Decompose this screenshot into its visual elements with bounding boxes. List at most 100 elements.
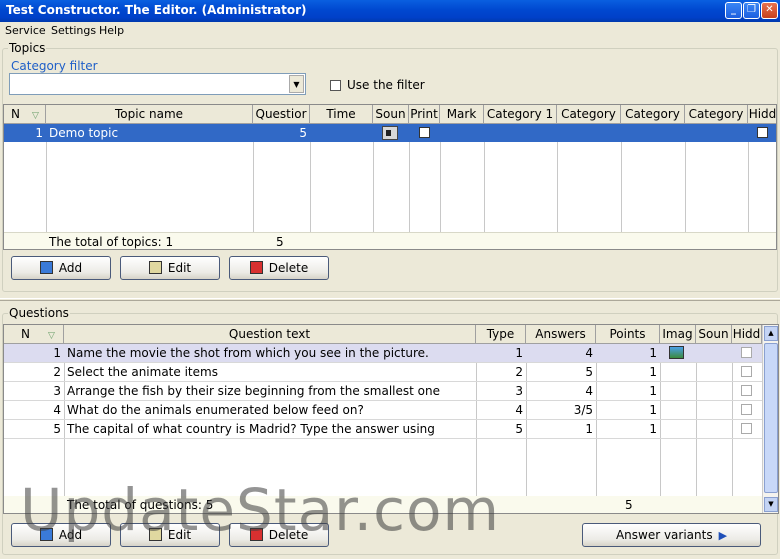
topic-row-name[interactable]: Demo topic bbox=[46, 124, 253, 142]
topics-header-time[interactable]: Time bbox=[310, 105, 373, 124]
answer-variants-button[interactable]: Answer variants ▶ bbox=[582, 523, 761, 547]
topic-add-button[interactable]: Add bbox=[11, 256, 111, 280]
topic-row-number: 1 bbox=[35, 126, 43, 140]
button-label: Add bbox=[58, 261, 83, 275]
questions-total-points: 5 bbox=[625, 498, 633, 512]
question-text[interactable]: Arrange the fish by their size beginning… bbox=[64, 382, 476, 400]
scroll-down-arrow-icon[interactable]: ▼ bbox=[764, 497, 778, 512]
image-icon[interactable] bbox=[669, 346, 684, 359]
question-answers: 5 bbox=[585, 365, 593, 379]
question-type: 5 bbox=[515, 422, 523, 436]
menu-help[interactable]: Help bbox=[99, 24, 124, 37]
questions-header-answers[interactable]: Answers bbox=[526, 325, 596, 344]
chevron-down-icon[interactable]: ▼ bbox=[289, 75, 304, 93]
topics-header-category1[interactable]: Category 1 bbox=[484, 105, 557, 124]
topics-header-print[interactable]: Print bbox=[409, 105, 440, 124]
question-type: 1 bbox=[515, 346, 523, 360]
topic-print-checkbox[interactable] bbox=[419, 127, 430, 138]
question-number: 3 bbox=[53, 384, 61, 398]
button-label: Answer variants bbox=[615, 528, 713, 542]
topic-hidden-checkbox[interactable] bbox=[757, 127, 768, 138]
topics-footer: The total of topics: 1 5 bbox=[4, 232, 776, 249]
questions-header-type[interactable]: Type bbox=[476, 325, 526, 344]
topics-header-questions[interactable]: Questior bbox=[253, 105, 310, 124]
arrow-right-icon: ▶ bbox=[718, 529, 728, 542]
topics-grid: N ▽ Topic name Questior Time Soun Print M… bbox=[3, 104, 777, 250]
question-row[interactable]: 5 The capital of what country is Madrid?… bbox=[4, 420, 762, 438]
question-text[interactable]: Name the movie the shot from which you s… bbox=[64, 344, 476, 362]
topics-header-name[interactable]: Topic name bbox=[46, 105, 253, 124]
question-row[interactable]: 2 Select the animate items 2 5 1 bbox=[4, 363, 762, 381]
topics-header-category4[interactable]: Category bbox=[685, 105, 748, 124]
question-answers: 3/5 bbox=[573, 403, 593, 417]
question-number: 1 bbox=[53, 346, 61, 360]
header-label: N bbox=[11, 107, 20, 121]
questions-header-n[interactable]: N ▽ bbox=[4, 325, 64, 344]
use-filter-checkbox[interactable] bbox=[330, 80, 341, 91]
question-points: 1 bbox=[649, 365, 657, 379]
question-text[interactable]: What do the animals enumerated below fee… bbox=[64, 401, 476, 419]
question-text[interactable]: The capital of what country is Madrid? T… bbox=[64, 420, 476, 438]
header-label: N bbox=[21, 327, 30, 341]
topics-header-sound[interactable]: Soun bbox=[373, 105, 409, 124]
menu-bar: Service Settings Help bbox=[0, 22, 780, 40]
questions-header-image[interactable]: Imag bbox=[660, 325, 696, 344]
maximize-button[interactable]: ❐ bbox=[743, 2, 760, 19]
scroll-up-arrow-icon[interactable]: ▲ bbox=[764, 326, 778, 341]
scroll-thumb[interactable] bbox=[764, 343, 778, 493]
topics-header-hidden[interactable]: Hidd bbox=[748, 105, 776, 124]
topic-edit-button[interactable]: Edit bbox=[120, 256, 220, 280]
sort-icon: ▽ bbox=[47, 331, 55, 341]
question-type: 2 bbox=[515, 365, 523, 379]
question-hidden-checkbox[interactable] bbox=[741, 423, 752, 434]
question-points: 1 bbox=[649, 403, 657, 417]
minimize-button[interactable]: _ bbox=[725, 2, 742, 19]
topic-delete-button[interactable]: Delete bbox=[229, 256, 329, 280]
add-icon bbox=[39, 261, 53, 274]
topic-row-time bbox=[310, 124, 373, 142]
topics-header-category2[interactable]: Category bbox=[557, 105, 621, 124]
question-number: 4 bbox=[53, 403, 61, 417]
delete-icon bbox=[249, 261, 263, 274]
button-label: Edit bbox=[167, 261, 192, 275]
menu-settings[interactable]: Settings bbox=[51, 24, 96, 37]
question-number: 2 bbox=[53, 365, 61, 379]
questions-group-label: Questions bbox=[8, 306, 70, 320]
question-text[interactable]: Select the animate items bbox=[64, 363, 476, 381]
question-answers: 4 bbox=[585, 346, 593, 360]
splitter[interactable] bbox=[0, 298, 780, 301]
topics-group-label: Topics bbox=[8, 41, 47, 55]
questions-header-sound[interactable]: Soun bbox=[696, 325, 732, 344]
topics-header-category3[interactable]: Category bbox=[621, 105, 685, 124]
topics-row[interactable]: 1 Demo topic 5 bbox=[4, 124, 776, 142]
question-row[interactable]: 1 Name the movie the shot from which you… bbox=[4, 344, 762, 362]
vertical-scrollbar[interactable]: ▲ ▼ bbox=[762, 325, 778, 513]
questions-header-text[interactable]: Question text bbox=[64, 325, 476, 344]
speaker-icon[interactable] bbox=[382, 126, 398, 140]
questions-header-hidden[interactable]: Hidd bbox=[732, 325, 762, 344]
question-hidden-checkbox[interactable] bbox=[741, 404, 752, 415]
grid-line bbox=[4, 438, 762, 439]
question-number: 5 bbox=[53, 422, 61, 436]
close-button[interactable]: ✕ bbox=[761, 2, 778, 19]
question-hidden-checkbox[interactable] bbox=[741, 347, 752, 358]
sort-icon: ▽ bbox=[31, 111, 39, 121]
category-filter-combo[interactable]: ▼ bbox=[9, 73, 306, 95]
topics-header-n[interactable]: N ▽ bbox=[4, 105, 46, 124]
question-points: 1 bbox=[649, 384, 657, 398]
window-title: Test Constructor. The Editor. (Administr… bbox=[6, 3, 307, 17]
question-hidden-checkbox[interactable] bbox=[741, 385, 752, 396]
category-filter-value bbox=[10, 75, 16, 93]
question-hidden-checkbox[interactable] bbox=[741, 366, 752, 377]
question-type: 4 bbox=[515, 403, 523, 417]
question-answers: 4 bbox=[585, 384, 593, 398]
questions-header-points[interactable]: Points bbox=[596, 325, 660, 344]
category-filter-label: Category filter bbox=[10, 59, 99, 73]
question-points: 1 bbox=[649, 346, 657, 360]
menu-service[interactable]: Service bbox=[5, 24, 46, 37]
question-answers: 1 bbox=[585, 422, 593, 436]
topics-header-mark[interactable]: Mark bbox=[440, 105, 484, 124]
question-row[interactable]: 4 What do the animals enumerated below f… bbox=[4, 401, 762, 419]
title-bar: Test Constructor. The Editor. (Administr… bbox=[0, 0, 780, 22]
question-row[interactable]: 3 Arrange the fish by their size beginni… bbox=[4, 382, 762, 400]
